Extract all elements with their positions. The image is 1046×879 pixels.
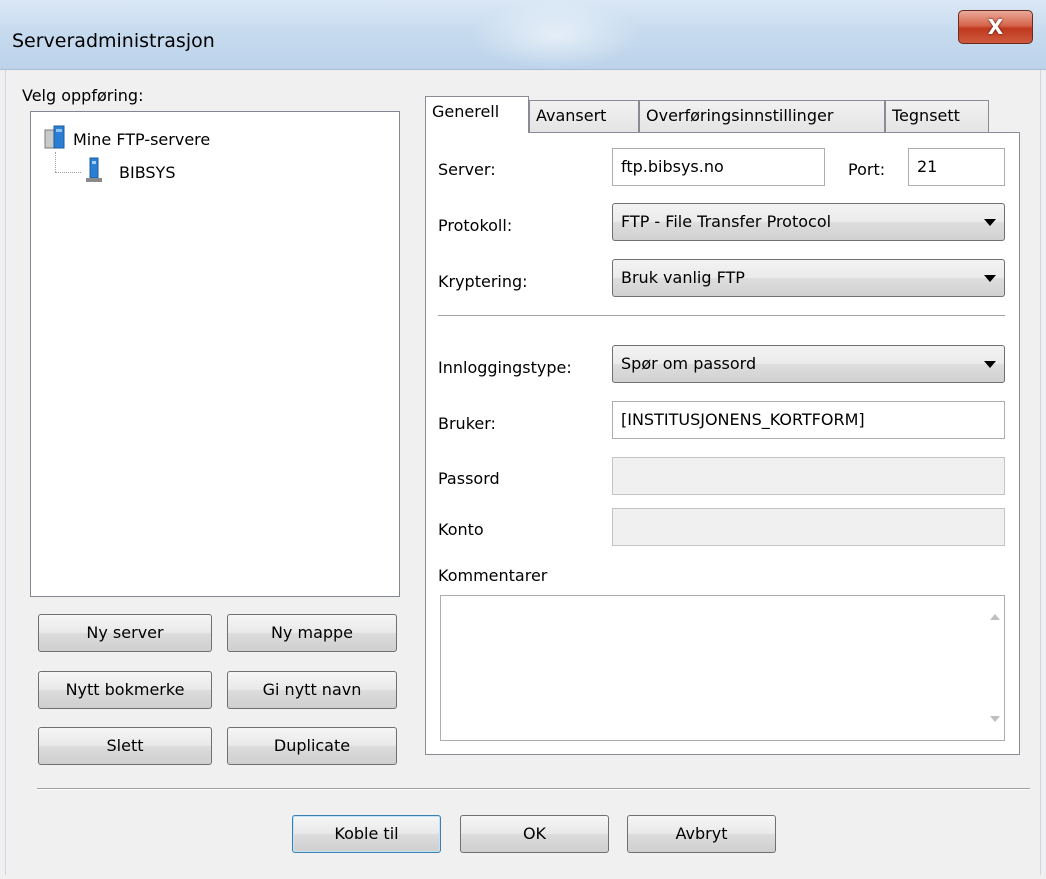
tab-advanced[interactable]: Avansert — [529, 100, 639, 132]
new-server-button[interactable]: Ny server — [38, 614, 212, 652]
server-host-input[interactable]: ftp.bibsys.no — [612, 148, 825, 186]
tab-transfer-settings[interactable]: Overføringsinnstillinger — [639, 100, 885, 132]
encryption-select[interactable]: Bruk vanlig FTP — [612, 259, 1005, 297]
new-bookmark-button[interactable]: Nytt bokmerke — [38, 671, 212, 709]
tree-item-my-ftp-servers[interactable]: Mine FTP-servere — [43, 124, 210, 154]
server-label: Server: — [438, 160, 496, 179]
bottom-separator — [37, 788, 1030, 790]
protocol-value: FTP - File Transfer Protocol — [621, 212, 832, 231]
tab-general[interactable]: Generell — [425, 96, 529, 133]
separator — [438, 315, 1005, 317]
window-title: Serveradministrasjon — [12, 30, 215, 52]
comments-label: Kommentarer — [438, 566, 548, 585]
user-label: Bruker: — [438, 414, 496, 433]
tree-item-label: BIBSYS — [119, 162, 176, 182]
tree-item-bibsys[interactable]: BIBSYS — [85, 157, 175, 187]
title-bar: Serveradministrasjon X — [0, 0, 1046, 70]
comments-textarea[interactable] — [440, 595, 1005, 741]
port-label: Port: — [848, 160, 886, 179]
encryption-label: Kryptering: — [438, 272, 528, 291]
connect-button[interactable]: Koble til — [292, 815, 441, 853]
new-folder-button[interactable]: Ny mappe — [227, 614, 397, 652]
scroll-up-icon[interactable] — [990, 614, 1000, 620]
protocol-select[interactable]: FTP - File Transfer Protocol — [612, 203, 1005, 241]
tree-item-label: Mine FTP-servere — [73, 129, 211, 149]
account-input — [612, 508, 1005, 546]
logon-type-select[interactable]: Spør om passord — [612, 345, 1005, 383]
chevron-down-icon — [984, 361, 996, 368]
password-label: Passord — [438, 469, 500, 488]
rename-button[interactable]: Gi nytt navn — [227, 671, 397, 709]
select-entry-label: Velg oppføring: — [22, 86, 144, 105]
close-button[interactable]: X — [958, 10, 1033, 44]
tree-connector — [55, 172, 81, 173]
tree-connector — [55, 152, 56, 172]
comments-scrollbar[interactable] — [986, 596, 1004, 740]
delete-button[interactable]: Slett — [38, 727, 212, 765]
server-tree[interactable]: Mine FTP-servere BIBSYS — [30, 111, 400, 597]
logon-type-value: Spør om passord — [621, 354, 757, 373]
logon-type-label: Innloggingstype: — [438, 358, 572, 377]
port-input[interactable]: 21 — [908, 148, 1005, 186]
title-glow — [470, 0, 640, 70]
password-input — [612, 457, 1005, 495]
protocol-label: Protokoll: — [438, 216, 513, 235]
user-input[interactable]: [INSTITUSJONENS_KORTFORM] — [612, 401, 1005, 439]
ok-button[interactable]: OK — [460, 815, 609, 853]
account-label: Konto — [438, 520, 484, 539]
cancel-button[interactable]: Avbryt — [627, 815, 776, 853]
duplicate-button[interactable]: Duplicate — [227, 727, 397, 765]
chevron-down-icon — [984, 275, 996, 282]
chevron-down-icon — [984, 219, 996, 226]
encryption-value: Bruk vanlig FTP — [621, 268, 745, 287]
folder-icon — [43, 124, 67, 154]
server-icon — [85, 157, 103, 187]
tab-charset[interactable]: Tegnsett — [885, 100, 989, 132]
scroll-down-icon[interactable] — [990, 716, 1000, 722]
